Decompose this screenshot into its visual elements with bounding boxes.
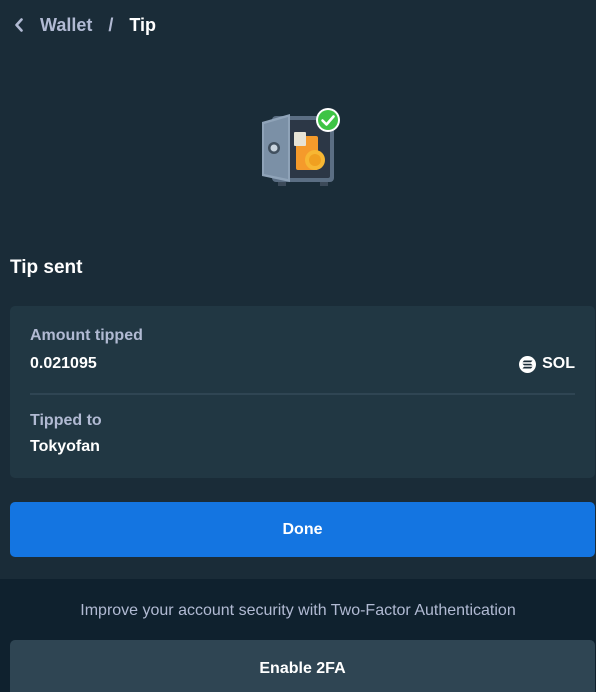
solana-icon <box>519 355 537 373</box>
amount-value: 0.021095 <box>30 355 97 372</box>
breadcrumb-wallet-link[interactable]: Wallet <box>40 15 92 36</box>
enable-2fa-button[interactable]: Enable 2FA <box>10 640 595 692</box>
recipient-label: Tipped to <box>30 412 102 429</box>
recipient-value: Tokyofan <box>30 438 100 455</box>
back-chevron-icon[interactable] <box>14 13 34 37</box>
safe-with-checkmark-icon <box>258 106 344 188</box>
done-button[interactable]: Done <box>10 502 595 557</box>
two-factor-prompt: Improve your account security with Two-F… <box>80 602 516 619</box>
currency-code: SOL <box>542 355 575 372</box>
currency-display: SOL <box>519 355 575 373</box>
tip-panel: Wallet / Tip Tip sent Amount tipped 0.02… <box>0 0 596 579</box>
breadcrumb-current-page: Tip <box>129 14 157 35</box>
security-footer: Improve your account security with Two-F… <box>0 579 596 692</box>
breadcrumb: Wallet / Tip <box>14 12 156 38</box>
divider <box>30 393 575 395</box>
amount-label: Amount tipped <box>30 327 143 344</box>
page-title: Tip sent <box>10 257 83 278</box>
breadcrumb-separator: / <box>108 14 114 35</box>
tip-details-card: Amount tipped 0.021095 SOL Tipped to Tok… <box>10 306 595 478</box>
